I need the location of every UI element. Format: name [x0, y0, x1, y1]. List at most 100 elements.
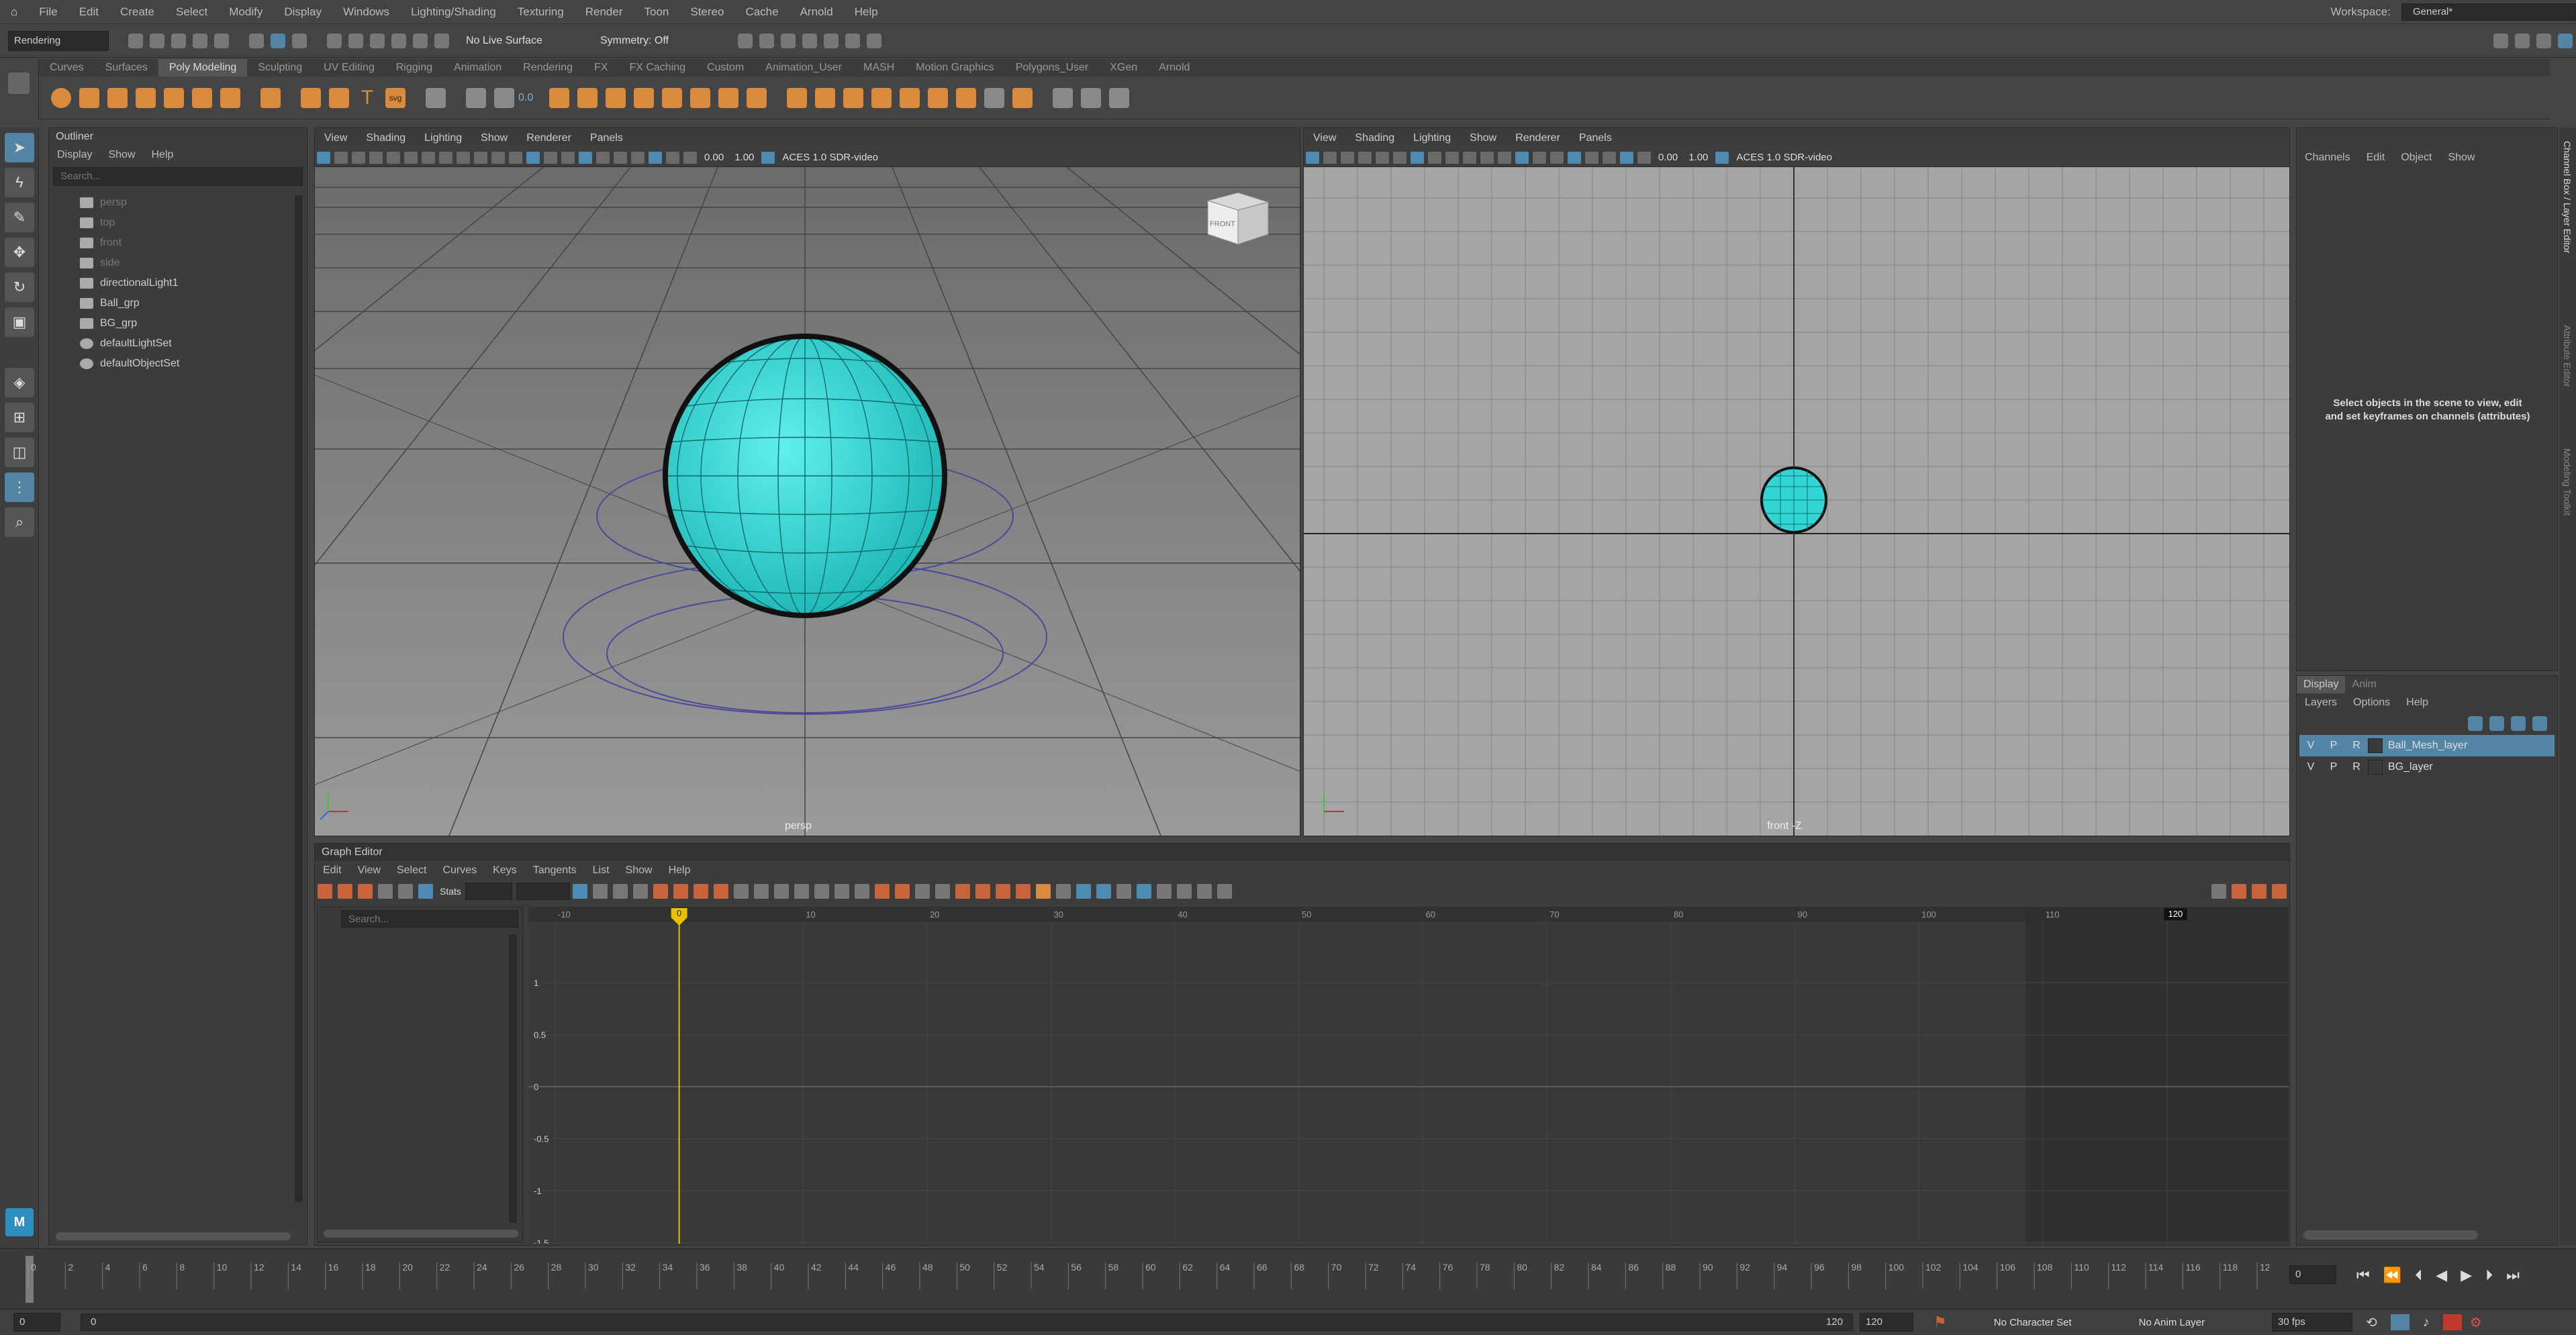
- layer-menu-help[interactable]: Help: [2398, 693, 2436, 712]
- outliner-item[interactable]: front: [76, 233, 307, 253]
- select-tool-icon[interactable]: ➤: [5, 133, 34, 162]
- ipr-render-icon[interactable]: [781, 33, 796, 48]
- stats-field-a[interactable]: [465, 883, 512, 900]
- front-camera-attr-icon[interactable]: [1323, 151, 1337, 164]
- side-tab-modeling-toolkit[interactable]: Modeling Toolkit: [2562, 448, 2573, 515]
- step-back-key-icon[interactable]: ⏪: [2377, 1267, 2408, 1284]
- front-smooth-shade-icon[interactable]: [1515, 151, 1529, 164]
- swap-buffer-icon[interactable]: [592, 884, 608, 899]
- front-safe-action-icon[interactable]: [1463, 151, 1476, 164]
- side-tab-channel-box-layer-editor[interactable]: Channel Box / Layer Editor: [2562, 141, 2573, 253]
- shelf-tab-fx[interactable]: FX: [583, 59, 618, 77]
- graph-layout-a-icon[interactable]: [2232, 884, 2246, 899]
- menu-lighting-shading[interactable]: Lighting/Shading: [400, 0, 507, 24]
- reduce-icon[interactable]: [747, 87, 767, 108]
- live-surface-label[interactable]: No Live Surface: [466, 35, 587, 47]
- extract-icon[interactable]: [606, 87, 626, 108]
- front-isolate-icon[interactable]: [1620, 151, 1633, 164]
- render-view-icon[interactable]: [738, 33, 753, 48]
- combine-icon[interactable]: [549, 87, 570, 108]
- curve-a-icon[interactable]: [955, 884, 970, 899]
- menu-file[interactable]: File: [28, 0, 68, 24]
- insert-keys-icon[interactable]: [338, 884, 352, 899]
- boolean-difference-icon[interactable]: [662, 87, 683, 108]
- select-hierarchy-icon[interactable]: [249, 33, 264, 48]
- camera-icon[interactable]: [466, 87, 486, 108]
- svg-tool-icon[interactable]: svg: [385, 87, 406, 108]
- offset-icon[interactable]: [935, 884, 950, 899]
- frame-playback-icon[interactable]: [1116, 884, 1131, 899]
- post-infinity-icon[interactable]: [894, 884, 910, 899]
- character-set-label[interactable]: No Character Set: [1994, 1317, 2072, 1328]
- target-weld-icon[interactable]: [1081, 87, 1102, 108]
- film-gate-icon[interactable]: [404, 151, 418, 164]
- front-field-a[interactable]: 0.00: [1653, 152, 1683, 163]
- key-icon[interactable]: ⚑: [1934, 1314, 1947, 1331]
- layer-playback-toggle[interactable]: P: [2322, 740, 2345, 752]
- menu-toon[interactable]: Toon: [633, 0, 679, 24]
- channel-box-toggle-icon[interactable]: [2558, 33, 2573, 48]
- xray-icon[interactable]: [666, 151, 679, 164]
- super-shape-icon[interactable]: [260, 87, 281, 108]
- cycle-icon[interactable]: [914, 884, 930, 899]
- snap-grid-icon[interactable]: [327, 33, 342, 48]
- front-field-chart-icon[interactable]: [1445, 151, 1459, 164]
- front-gate-mask-icon[interactable]: [1428, 151, 1441, 164]
- curve-d-icon[interactable]: [1015, 884, 1031, 899]
- edge-loop-icon[interactable]: [1109, 87, 1130, 108]
- front-xray-icon[interactable]: [1637, 151, 1651, 164]
- graph-outliner-hscrollbar[interactable]: [324, 1230, 518, 1238]
- region-keys-icon[interactable]: [378, 884, 393, 899]
- frame-all-icon[interactable]: [1076, 884, 1091, 899]
- go-to-end-icon[interactable]: ⏭: [2499, 1267, 2526, 1284]
- graph-menu-tangents[interactable]: Tangents: [525, 861, 585, 880]
- channel-menu-channels[interactable]: Channels: [2297, 148, 2358, 167]
- boolean-union-icon[interactable]: [634, 87, 655, 108]
- scale-tool-icon[interactable]: ▣: [5, 307, 34, 337]
- outliner-item[interactable]: top: [76, 213, 307, 233]
- loop-icon[interactable]: ⟲: [2366, 1314, 2377, 1331]
- smooth-icon[interactable]: [718, 87, 739, 108]
- poly-torus-icon[interactable]: [164, 87, 184, 108]
- graph-menu-keys[interactable]: Keys: [485, 861, 525, 880]
- save-scene-icon[interactable]: [171, 33, 186, 48]
- view-mode-icon[interactable]: [1156, 884, 1172, 899]
- spline-tangent-icon[interactable]: [673, 884, 688, 899]
- layer-row[interactable]: V P R BG_layer: [2299, 756, 2555, 778]
- step-tangent-icon[interactable]: [753, 884, 769, 899]
- graph-menu-list[interactable]: List: [585, 861, 618, 880]
- layout-icon[interactable]: [2493, 33, 2508, 48]
- outliner-menu-help[interactable]: Help: [144, 146, 182, 164]
- motion-blur-icon[interactable]: [614, 151, 627, 164]
- bevel-icon[interactable]: [843, 87, 864, 108]
- play-forward-icon[interactable]: ▶: [2454, 1267, 2479, 1284]
- front-menu-renderer[interactable]: Renderer: [1506, 128, 1570, 148]
- pause-icon[interactable]: [867, 33, 881, 48]
- front-colorspace[interactable]: ACES 1.0 SDR-video: [1731, 152, 1838, 163]
- pre-infinity-cycle-icon[interactable]: [1217, 884, 1232, 899]
- shelf-tab-curves[interactable]: Curves: [39, 59, 95, 77]
- menu-modify[interactable]: Modify: [218, 0, 273, 24]
- shelf-tab-mash[interactable]: MASH: [853, 59, 905, 77]
- channel-menu-object[interactable]: Object: [2393, 148, 2440, 167]
- poly-plane-icon[interactable]: [192, 87, 212, 108]
- resolution-gate-icon[interactable]: [422, 151, 435, 164]
- graph-outliner-vscrollbar[interactable]: [509, 934, 517, 1223]
- retime-icon[interactable]: [398, 884, 413, 899]
- range-slider[interactable]: 0 120: [81, 1314, 1853, 1331]
- persp-menu-lighting[interactable]: Lighting: [415, 128, 471, 148]
- poly-sphere-icon[interactable]: [51, 87, 71, 108]
- move-keys-icon[interactable]: [318, 884, 332, 899]
- undo-icon[interactable]: [193, 33, 207, 48]
- layer-playback-toggle[interactable]: P: [2322, 761, 2345, 773]
- uv-editor-icon[interactable]: [426, 87, 446, 108]
- stacked-curves-icon[interactable]: [1176, 884, 1192, 899]
- front-menu-shading[interactable]: Shading: [1345, 128, 1404, 148]
- shelf-tab-xgen[interactable]: XGen: [1099, 59, 1148, 77]
- settings-icon[interactable]: [2515, 33, 2530, 48]
- layer-tab-display[interactable]: Display: [2297, 676, 2346, 693]
- layer-menu-options[interactable]: Options: [2345, 693, 2398, 712]
- front-ao-icon[interactable]: [1585, 151, 1599, 164]
- merge-icon[interactable]: [900, 87, 920, 108]
- shelf-tab-custom[interactable]: Custom: [696, 59, 755, 77]
